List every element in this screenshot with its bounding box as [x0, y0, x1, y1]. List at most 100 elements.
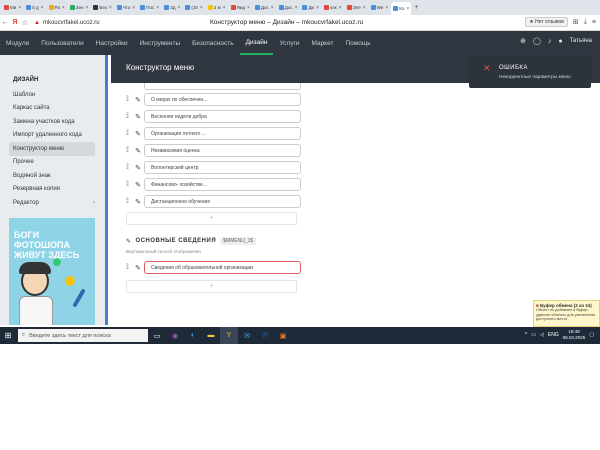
close-icon[interactable]: ×	[62, 5, 65, 11]
browser-tab[interactable]: Ди ×	[300, 2, 320, 13]
edge-icon[interactable]: ◐	[184, 327, 202, 344]
nav-item[interactable]: Безопасность	[186, 31, 239, 55]
network-icon[interactable]: ▭	[531, 332, 536, 338]
extensions-icon[interactable]: ⊞	[573, 18, 579, 26]
close-icon[interactable]: ×	[156, 5, 159, 11]
close-icon[interactable]: ×	[41, 5, 44, 11]
chat-icon[interactable]: ◯	[533, 37, 541, 45]
close-icon[interactable]: ×	[406, 6, 409, 12]
sidebar-item[interactable]: Замена участков кода	[0, 115, 105, 129]
menu-item-field[interactable]: Сведения об образовательной организации	[144, 261, 301, 274]
nav-item[interactable]: Дизайн	[239, 31, 274, 55]
close-icon[interactable]: ×	[200, 5, 203, 11]
menu-item-row[interactable]	[126, 83, 301, 90]
browser-tab[interactable]: Ко ×	[391, 2, 412, 15]
close-icon[interactable]: ×	[247, 5, 250, 11]
bell-icon[interactable]: ♪	[548, 38, 552, 45]
close-icon[interactable]: ×	[86, 5, 89, 11]
nav-item[interactable]: Маркет	[305, 31, 339, 55]
volume-icon[interactable]: ◁	[540, 332, 544, 338]
browser-tab[interactable]: Яид ×	[229, 2, 252, 13]
windows-start-icon[interactable]: ⊞	[0, 331, 16, 340]
browser-tab[interactable]: Ра ×	[47, 2, 67, 13]
close-icon[interactable]: ×	[339, 5, 342, 11]
close-icon[interactable]: ×	[316, 5, 319, 11]
menu-item-row[interactable]: ⁞⁞ ✎ Финансово- хозяйстве...	[126, 178, 301, 191]
browser-tab[interactable]: Эле ×	[345, 2, 368, 13]
menu-item-field[interactable]: Дистанционное обучение	[144, 195, 301, 208]
browser-tab[interactable]: (10 ×	[183, 2, 204, 13]
browser-tab[interactable]: клк ×	[322, 2, 344, 13]
download-icon[interactable]: ⤓	[584, 18, 587, 26]
browser-tab[interactable]: Что ×	[115, 2, 137, 13]
add-section-item-button[interactable]: +	[126, 280, 297, 293]
browser-tab[interactable]: We ×	[369, 2, 391, 13]
nav-item[interactable]: Модули	[0, 31, 35, 55]
edit-icon[interactable]: ✎	[132, 130, 144, 138]
menu-item-row[interactable]: ⁞⁞ ✎ Организация летнего ...	[126, 127, 301, 140]
browser-tab[interactable]: Дос ×	[253, 2, 276, 13]
browser-tab[interactable]: 5 д ×	[24, 2, 45, 13]
clipboard-notice[interactable]: ■ Буфер обмена (2 из 24) Объект не добав…	[533, 300, 600, 327]
app2-icon[interactable]: ▣	[274, 327, 292, 344]
edit-icon[interactable]: ✎	[132, 113, 144, 121]
sidebar-item[interactable]: Редактор ›	[0, 196, 105, 210]
menu-item-row[interactable]: ⁞⁞ ✎ Независимая оценка	[126, 144, 301, 157]
edit-icon[interactable]: ✎	[132, 181, 144, 189]
nav-item[interactable]: Услуги	[273, 31, 305, 55]
menu-item-row[interactable]: ⁞⁞ ✎ О мерах по обеспечен...	[126, 93, 301, 106]
browser-tab[interactable]: Ми ×	[2, 2, 23, 13]
menu-item-field[interactable]: Независимая оценка	[144, 144, 301, 157]
close-icon[interactable]: ×	[109, 5, 112, 11]
menu-item-field[interactable]: О мерах по обеспечен...	[144, 93, 301, 106]
task-view-icon[interactable]: ▭	[148, 327, 166, 344]
nav-item[interactable]: Помощь	[339, 31, 376, 55]
error-notification[interactable]: ✕ ОШИБКА Некорректные параметры меню	[469, 56, 591, 88]
mail-icon[interactable]: ✉	[238, 327, 256, 344]
menu-item-field[interactable]: Весенняя неделя добра	[144, 110, 301, 123]
reviews-button[interactable]: ★ Нет отзывов	[525, 17, 568, 27]
sidebar-item[interactable]: Резервная копия	[0, 183, 105, 197]
nav-item[interactable]: Настройки	[90, 31, 134, 55]
browser-tab[interactable]: Зд ×	[162, 2, 182, 13]
edit-icon[interactable]: ✎	[132, 96, 144, 104]
explorer-icon[interactable]: ▬	[202, 327, 220, 344]
close-icon[interactable]: ×	[18, 5, 21, 11]
sidebar-item[interactable]: Каркас сайта	[0, 102, 105, 116]
menu-item-row[interactable]: ⁞⁞ ✎ Волонтерский центр	[126, 161, 301, 174]
menu-item-field[interactable]: Организация летнего ...	[144, 127, 301, 140]
bookmark-icon[interactable]: ☆	[20, 19, 30, 27]
menu-item-field[interactable]: Волонтерский центр	[144, 161, 301, 174]
promo-banner[interactable]: БОГИ ФОТОШОПА ЖИВУТ ЗДЕСЬ	[9, 218, 95, 325]
url-field[interactable]: ▲ mkoucvrfakel.ucoz.ru	[34, 17, 100, 28]
chevron-up-icon[interactable]: ^	[525, 332, 527, 338]
clock[interactable]: 16:49 06.04.2025	[563, 329, 586, 340]
edit-icon[interactable]: ✎	[132, 264, 144, 272]
menu-item-row[interactable]: ⁞⁞ ✎ Сведения об образовательной организац…	[126, 261, 301, 274]
nav-item[interactable]: Пользователи	[35, 31, 89, 55]
add-menu-item-button[interactable]: +	[126, 212, 297, 225]
add-icon[interactable]: ⊕	[520, 37, 526, 45]
close-icon[interactable]: ×	[132, 5, 135, 11]
edit-icon[interactable]: ✎	[132, 164, 144, 172]
user-icon[interactable]: ●	[558, 38, 562, 45]
browser-tab[interactable]: Без ×	[91, 2, 113, 13]
close-icon[interactable]: ×	[223, 5, 226, 11]
taskbar-search[interactable]: ⌕ Введите здесь текст для поиска	[18, 329, 148, 342]
browser-tab[interactable]: 2 м ×	[206, 2, 228, 13]
sidebar-item[interactable]: Шаблон	[0, 88, 105, 102]
browser-tab[interactable]: Дос ×	[277, 2, 300, 13]
menu-item-field[interactable]	[144, 83, 301, 90]
close-icon[interactable]: ×	[271, 5, 274, 11]
menu-item-field[interactable]: Финансово- хозяйстве...	[144, 178, 301, 191]
browser-tab[interactable]: Пос ×	[138, 2, 161, 13]
menu-item-row[interactable]: ⁞⁞ ✎ Дистанционное обучение	[126, 195, 301, 208]
yandex-browser-icon[interactable]: Y	[220, 327, 238, 344]
word-icon[interactable]: W	[256, 327, 274, 344]
close-icon[interactable]: ×	[295, 5, 298, 11]
language-indicator[interactable]: ENG	[548, 332, 559, 338]
new-tab-button[interactable]: +	[414, 4, 418, 11]
close-icon[interactable]: ×	[363, 5, 366, 11]
user-name[interactable]: Татьяна	[570, 38, 592, 44]
edit-icon[interactable]: ✎	[132, 147, 144, 155]
